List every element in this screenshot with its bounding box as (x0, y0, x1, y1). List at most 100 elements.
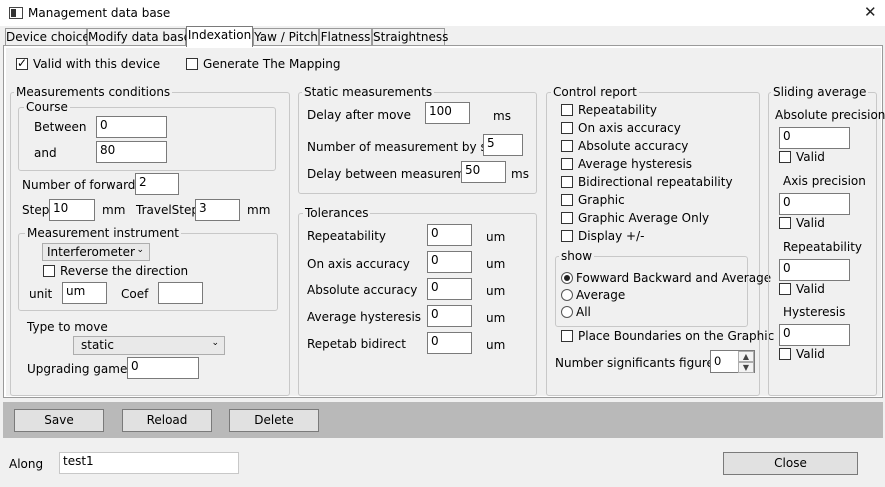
place-boundaries-checkbox[interactable] (561, 330, 573, 342)
tol-on-axis-label: On axis accuracy (307, 257, 410, 271)
tol-repeatability-label: Repeatability (307, 229, 387, 243)
tol-absolute-label: Absolute accuracy (307, 283, 418, 297)
delay-after-move-input[interactable]: 100 (425, 102, 470, 124)
upgrading-game-label: Upgrading game (27, 362, 128, 376)
sliding-axis-precision-input[interactable]: 0 (779, 193, 850, 215)
tol-on-axis-input[interactable]: 0 (427, 251, 472, 273)
coef-label: Coef (121, 287, 149, 301)
tab-straightness[interactable]: Straightness (372, 28, 448, 46)
report-graphic-checkbox[interactable] (561, 194, 573, 206)
control-report-legend: Control report (551, 85, 639, 99)
measurements-by-stop-label: Number of measurement by stop (307, 140, 507, 154)
along-input[interactable]: test1 (59, 452, 239, 474)
report-hysteresis-checkbox[interactable] (561, 158, 573, 170)
sliding-repeatability-valid-label: Valid (796, 282, 825, 296)
tol-bidirect-input[interactable]: 0 (427, 332, 472, 354)
type-to-move-select[interactable]: static ⌄ (73, 336, 225, 355)
sliding-axis-precision-label: Axis precision (783, 174, 866, 188)
along-label: Along (9, 457, 44, 471)
upgrading-game-input[interactable]: 0 (127, 357, 199, 379)
app-icon (9, 7, 23, 19)
delay-after-move-unit: ms (493, 109, 511, 123)
tab-bar: Device choice Modify data base Indexatio… (0, 26, 885, 47)
spin-down-icon[interactable]: ▼ (738, 362, 754, 373)
report-absolute-checkbox[interactable] (561, 140, 573, 152)
instrument-selected: Interferometer (47, 245, 135, 259)
delay-between-unit: ms (511, 167, 529, 181)
and-input[interactable]: 80 (96, 141, 167, 163)
show-forward-backward-radio[interactable] (561, 272, 573, 284)
report-repeatability-label: Repeatability (578, 103, 658, 117)
show-all-radio[interactable] (561, 306, 573, 318)
tol-on-axis-unit: um (486, 257, 506, 271)
course-legend: Course (24, 100, 70, 114)
significant-figures-value: 0 (714, 354, 722, 368)
between-label: Between (34, 120, 87, 134)
report-absolute-label: Absolute accuracy (578, 139, 689, 153)
delay-between-input[interactable]: 50 (461, 161, 506, 183)
generate-mapping-checkbox[interactable] (186, 58, 198, 70)
sliding-repeatability-valid-checkbox[interactable] (779, 283, 791, 295)
valid-device-checkbox[interactable] (16, 56, 28, 70)
sliding-absolute-valid-label: Valid (796, 150, 825, 164)
tol-repeatability-input[interactable]: 0 (427, 224, 472, 246)
sliding-absolute-precision-label: Absolute precision (775, 108, 885, 122)
sliding-repeatability-input[interactable]: 0 (779, 259, 850, 281)
report-display-plusminus-checkbox[interactable] (561, 230, 573, 242)
sliding-hysteresis-valid-checkbox[interactable] (779, 348, 791, 360)
coef-input[interactable] (158, 282, 203, 304)
show-average-radio[interactable] (561, 289, 573, 301)
step-input[interactable]: 10 (49, 199, 95, 221)
report-on-axis-label: On axis accuracy (578, 121, 681, 135)
tab-flatness[interactable]: Flatness (319, 28, 372, 46)
measurements-by-stop-input[interactable]: 5 (483, 134, 523, 156)
sliding-repeatability-label: Repeatability (783, 240, 863, 254)
measurement-instrument-legend: Measurement instrument (25, 226, 182, 240)
report-display-plusminus-label: Display +/- (578, 229, 645, 243)
report-on-axis-checkbox[interactable] (561, 122, 573, 134)
report-repeatability-checkbox[interactable] (561, 104, 573, 116)
and-label: and (34, 146, 57, 160)
reverse-direction-label: Reverse the direction (60, 264, 189, 278)
tol-bidirect-unit: um (486, 338, 506, 352)
instrument-select[interactable]: Interferometer ⌄ (42, 243, 150, 261)
travelstep-input[interactable]: 3 (195, 199, 240, 221)
tol-hysteresis-label: Average hysteresis (307, 310, 422, 324)
tol-hysteresis-input[interactable]: 0 (427, 305, 472, 327)
measurement-conditions-legend: Measurements conditions (14, 85, 173, 99)
unit-input[interactable]: um (62, 282, 107, 304)
tol-absolute-input[interactable]: 0 (427, 278, 472, 300)
close-window-icon[interactable]: ✕ (864, 3, 877, 21)
unit-label: unit (29, 287, 53, 301)
significant-figures-label: Number significants figures (555, 356, 721, 370)
tab-indexation[interactable]: Indexation (186, 26, 253, 47)
report-bidirectional-checkbox[interactable] (561, 176, 573, 188)
reload-button[interactable]: Reload (122, 409, 212, 432)
tab-device-choice[interactable]: Device choice (5, 28, 90, 46)
sliding-hysteresis-input[interactable]: 0 (779, 324, 850, 346)
sliding-axis-valid-label: Valid (796, 216, 825, 230)
travelstep-unit: mm (247, 203, 271, 217)
sliding-absolute-precision-input[interactable]: 0 (779, 127, 850, 149)
type-to-move-selected: static (81, 338, 114, 352)
report-graphic-average-checkbox[interactable] (561, 212, 573, 224)
window-title: Management data base (28, 6, 171, 20)
tab-yaw-pitch[interactable]: Yaw / Pitch (253, 28, 319, 46)
spin-up-icon[interactable]: ▲ (738, 351, 754, 362)
sliding-absolute-valid-checkbox[interactable] (779, 151, 791, 163)
save-button[interactable]: Save (14, 409, 104, 432)
sliding-axis-valid-checkbox[interactable] (779, 217, 791, 229)
close-button[interactable]: Close (723, 452, 858, 475)
reverse-direction-checkbox[interactable] (43, 265, 55, 277)
tol-absolute-unit: um (486, 284, 506, 298)
show-forward-backward-label: Fowward Backward and Average (576, 271, 772, 285)
tab-modify-data-base[interactable]: Modify data base (87, 28, 191, 46)
step-unit: mm (102, 203, 126, 217)
show-average-label: Average (576, 288, 626, 302)
tolerances-legend: Tolerances (303, 206, 371, 220)
delete-button[interactable]: Delete (229, 409, 319, 432)
significant-figures-spinner[interactable]: 0 ▲ ▼ (710, 350, 755, 373)
between-input[interactable]: 0 (96, 116, 167, 138)
report-bidirectional-label: Bidirectional repeatability (578, 175, 733, 189)
number-forward-input[interactable]: 2 (135, 173, 179, 195)
